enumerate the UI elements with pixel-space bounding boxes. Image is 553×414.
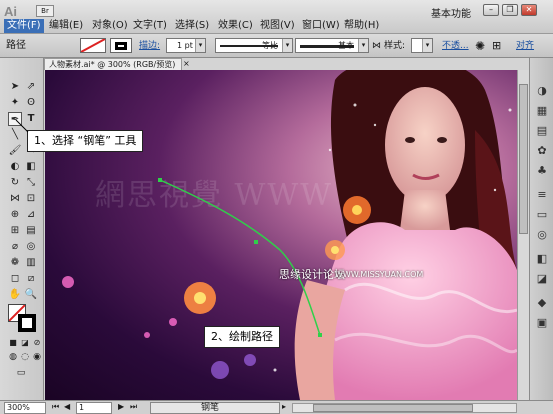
graphic-style-select[interactable]: ▾	[411, 38, 433, 53]
free-transform-tool-icon[interactable]: ⊡	[24, 192, 38, 206]
artwork-illustration	[62, 70, 517, 400]
vertical-scrollbar[interactable]	[517, 70, 529, 400]
scale-tool-icon[interactable]: ⤡	[24, 176, 38, 190]
menu-select[interactable]: 选择(S)	[172, 19, 212, 33]
symbols-panel-icon[interactable]: ♣	[535, 164, 549, 178]
brush-value: 基本	[338, 41, 354, 50]
slice-tool-icon[interactable]: ⧄	[24, 272, 38, 286]
width-tool-icon[interactable]: ⋈	[8, 192, 22, 206]
eyedropper-tool-icon[interactable]: ⌀	[8, 240, 22, 254]
symbol-sprayer-tool-icon[interactable]: ❁	[8, 256, 22, 270]
screen-mode-icon[interactable]: ▭	[14, 366, 28, 380]
minimize-button[interactable]: –	[483, 4, 499, 16]
menu-object[interactable]: 对象(O)	[89, 19, 131, 33]
url-watermark: WWW.MISSYUAN.COM	[335, 270, 424, 279]
blend-tool-icon[interactable]: ◎	[24, 240, 38, 254]
fill-swatch[interactable]	[80, 38, 106, 53]
rotate-tool-icon[interactable]: ↻	[8, 176, 22, 190]
brushes-panel-icon[interactable]: ✿	[535, 144, 549, 158]
gradient-panel-icon[interactable]: ▭	[535, 208, 549, 222]
mesh-tool-icon[interactable]: ⊞	[8, 224, 22, 238]
menu-file[interactable]: 文件(F)	[4, 19, 44, 33]
document-tab[interactable]: 人物素材.ai* @ 300% (RGB/预览)	[44, 58, 182, 70]
panel-dock: ◑ ▦ ▤ ✿ ♣ ≡ ▭ ◎ ◧ ◪ ◆ ▣	[529, 58, 553, 400]
paintbrush-tool-icon[interactable]: 🖌	[8, 144, 22, 158]
horizontal-scrollbar[interactable]	[292, 403, 517, 413]
status-bar: 300% ⏮ ◀ 1 ▶ ⏭ 钢笔 ▸	[0, 400, 553, 414]
stroke-weight-select[interactable]: 1 pt ▾	[166, 38, 206, 53]
none-mode-icon[interactable]: ⊘	[30, 336, 44, 350]
artboard-tool-icon[interactable]: ◻	[8, 272, 22, 286]
direct-selection-tool-icon[interactable]: ⇗	[24, 80, 38, 94]
blob-brush-tool-icon[interactable]: ◐	[8, 160, 22, 174]
opacity-link[interactable]: 不透...	[442, 38, 469, 54]
color-panel-icon[interactable]: ◑	[535, 84, 549, 98]
appearance-panel-icon[interactable]: ◧	[535, 252, 549, 266]
swatches-panel-icon[interactable]: ▤	[535, 124, 549, 138]
eraser-tool-icon[interactable]: ◧	[24, 160, 38, 174]
color-guide-icon[interactable]: ▦	[535, 104, 549, 118]
tools-panel: ➤ ⇗ ✦ ʘ ✒ T ╲ ▭ 🖌 ✎ ◐ ◧ ↻ ⤡ ⋈ ⊡ ⊕ ⊿ ⊞ ▤ …	[0, 58, 44, 400]
menu-bar: Ai Br 文件(F) 编辑(E) 对象(O) 文字(T) 选择(S) 效果(C…	[0, 0, 553, 34]
menu-effect[interactable]: 效果(C)	[215, 19, 256, 33]
document-tab-close-icon[interactable]: ×	[183, 59, 190, 68]
artboard-canvas[interactable]: 網思視覺 WWW 思缘设计论坛 WWW.MISSYUAN.COM	[45, 70, 517, 400]
perspective-grid-tool-icon[interactable]: ⊿	[24, 208, 38, 222]
recolor-icon[interactable]: ✺	[475, 38, 485, 54]
style-options-icon[interactable]: ⋈	[372, 38, 381, 54]
current-tool-status[interactable]: 钢笔	[150, 402, 280, 414]
transparency-panel-icon[interactable]: ◎	[535, 228, 549, 242]
variable-width-profile-select[interactable]: 等比 ▾	[215, 38, 293, 53]
stroke-swatch[interactable]	[110, 38, 132, 53]
next-artboard-icon[interactable]: ▶	[118, 402, 124, 411]
menu-type[interactable]: 文字(T)	[130, 19, 170, 33]
close-button[interactable]: ✕	[521, 4, 537, 16]
zoom-level-field[interactable]: 300%	[4, 402, 46, 414]
artboards-panel-icon[interactable]: ▣	[535, 316, 549, 330]
step1-callout: 1、选择 “钢笔” 工具	[27, 130, 144, 152]
gradient-tool-icon[interactable]: ▤	[24, 224, 38, 238]
align-icon[interactable]: ⊞	[492, 38, 501, 54]
menu-edit[interactable]: 编辑(E)	[46, 19, 86, 33]
shape-builder-tool-icon[interactable]: ⊕	[8, 208, 22, 222]
menu-window[interactable]: 窗口(W)	[299, 19, 343, 33]
draw-inside-icon[interactable]: ◉	[30, 350, 44, 364]
hand-tool-icon[interactable]: ✋	[8, 288, 22, 302]
brush-definition-select[interactable]: 基本 ▾	[295, 38, 369, 53]
restore-button[interactable]: ❐	[502, 4, 518, 16]
object-type-label: 路径	[6, 40, 26, 51]
selection-tool-icon[interactable]: ➤	[8, 80, 22, 94]
style-label: 样式:	[384, 41, 406, 51]
stroke-weight-value: 1 pt	[177, 41, 193, 50]
stroke-panel-icon[interactable]: ≡	[535, 188, 549, 202]
graphic-styles-panel-icon[interactable]: ◪	[535, 272, 549, 286]
callout-pointer-icon	[15, 119, 29, 133]
step2-callout: 2、绘制路径	[204, 326, 280, 348]
layers-panel-icon[interactable]: ◆	[535, 296, 549, 310]
status-menu-arrow-icon[interactable]: ▸	[282, 402, 286, 411]
artboard-number-field[interactable]: 1	[76, 402, 112, 414]
first-artboard-icon[interactable]: ⏮	[52, 402, 59, 412]
menu-help[interactable]: 帮助(H)	[341, 19, 382, 33]
align-link[interactable]: 对齐	[516, 38, 534, 54]
bridge-button[interactable]: Br	[36, 5, 54, 17]
column-graph-tool-icon[interactable]: ▥	[24, 256, 38, 270]
last-artboard-icon[interactable]: ⏭	[130, 402, 137, 412]
stroke-proxy[interactable]	[18, 314, 36, 332]
prev-artboard-icon[interactable]: ◀	[64, 402, 70, 411]
lasso-tool-icon[interactable]: ʘ	[24, 96, 38, 110]
zoom-tool-icon[interactable]: 🔍	[24, 288, 38, 302]
menu-view[interactable]: 视图(V)	[257, 19, 298, 33]
control-bar: 路径 描边: 1 pt ▾ 等比 ▾ 基本 ▾ ⋈ 样式: ▾ 不透... ✺ …	[0, 34, 553, 58]
magic-wand-tool-icon[interactable]: ✦	[8, 96, 22, 110]
workspace-switcher[interactable]: 基本功能	[431, 5, 471, 20]
stroke-label[interactable]: 描边:	[139, 38, 160, 54]
profile-value: 等比	[262, 41, 278, 50]
